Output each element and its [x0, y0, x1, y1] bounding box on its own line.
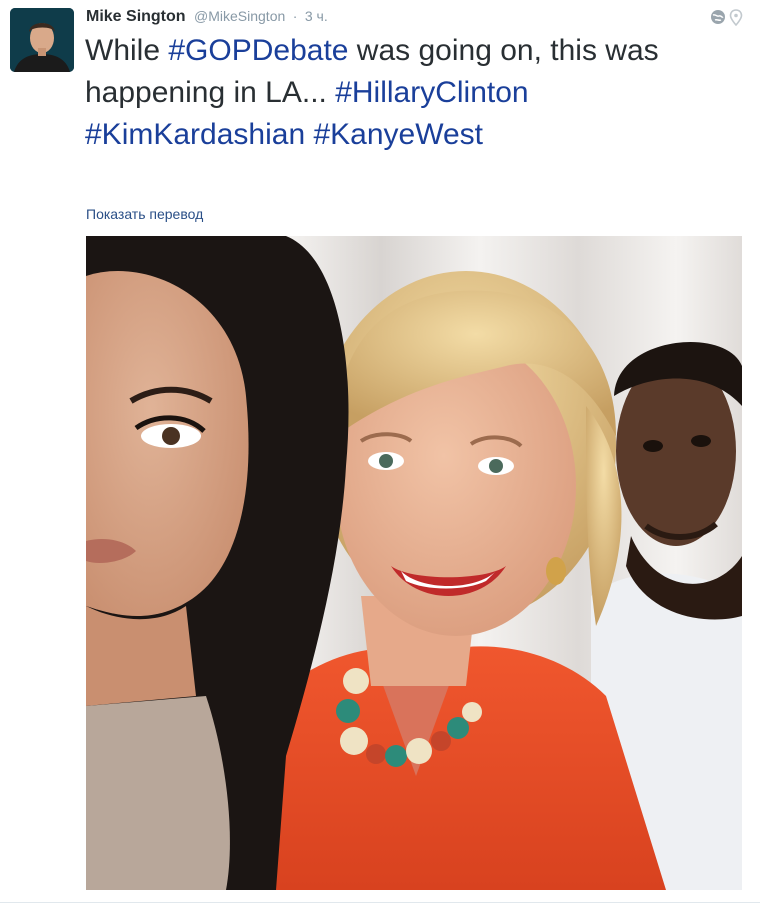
location-pin-icon[interactable]	[729, 9, 743, 27]
tweet-timestamp[interactable]: 3 ч.	[305, 8, 328, 24]
divider	[0, 902, 760, 903]
show-translation-link[interactable]: Показать перевод	[86, 206, 203, 222]
selfie-photo	[86, 236, 742, 890]
author-fullname[interactable]: Mike Sington	[86, 8, 186, 25]
tweet-text: While #GOPDebate was going on, this was …	[85, 30, 745, 156]
hashtag-link[interactable]: #HillaryClinton	[335, 76, 528, 109]
tweet-text-segment: While	[85, 34, 169, 67]
author-username[interactable]: @MikeSington	[194, 8, 285, 24]
tweet-header: Mike Sington @MikeSington · 3 ч.	[86, 8, 328, 28]
hashtag-link[interactable]: #KimKardashian	[85, 118, 305, 151]
hashtag-link[interactable]: #GOPDebate	[168, 34, 348, 67]
header-separator: ·	[292, 8, 298, 24]
tweet: Mike Sington @MikeSington · 3 ч. While #…	[0, 0, 760, 908]
avatar[interactable]	[10, 8, 74, 72]
avatar-photo	[10, 8, 74, 72]
header-icons	[710, 8, 744, 31]
hashtag-link[interactable]: #KanyeWest	[313, 118, 483, 151]
tweet-photo[interactable]	[86, 236, 742, 890]
globe-icon[interactable]	[711, 10, 725, 24]
